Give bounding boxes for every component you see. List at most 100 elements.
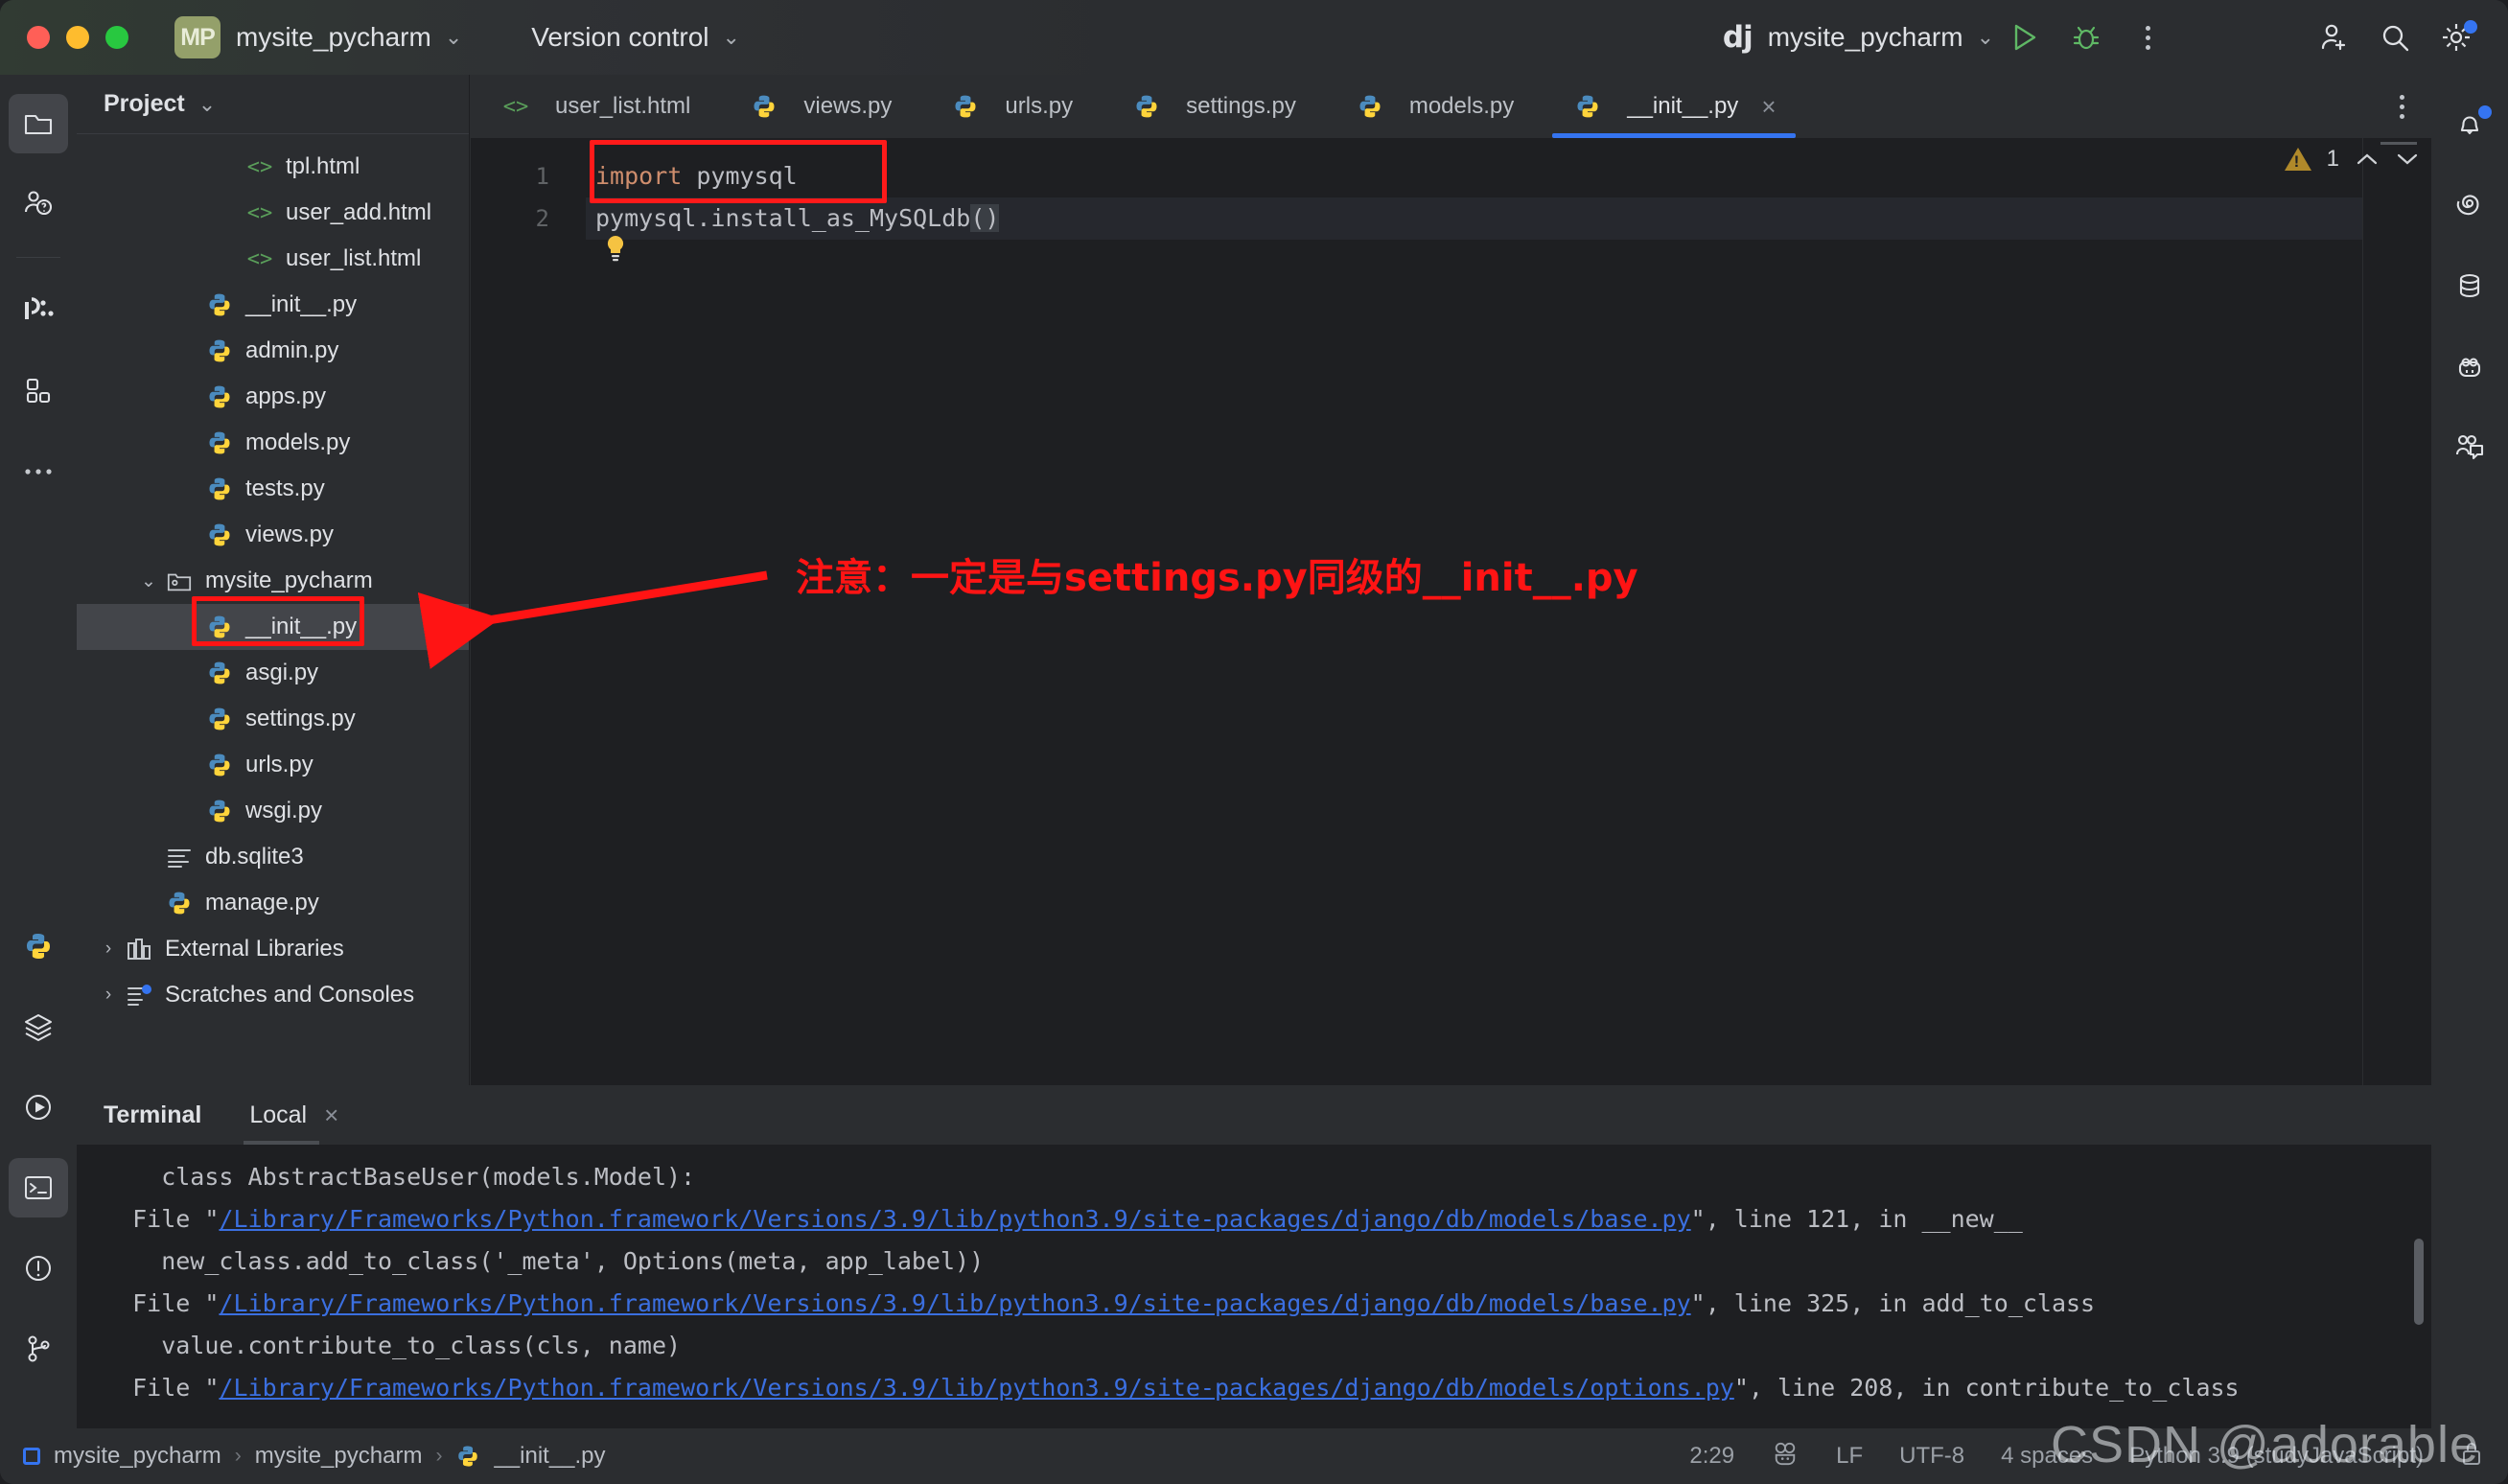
chevron-down-icon[interactable]: ⌄ — [198, 92, 216, 117]
terminal-file-link[interactable]: /Library/Frameworks/Python.framework/Ver… — [219, 1374, 1733, 1402]
tree-node-apps-py[interactable]: apps.py — [77, 374, 469, 420]
sidebar-item-python-console[interactable] — [9, 916, 68, 976]
tree-node-external-libraries[interactable]: › External Libraries — [77, 926, 469, 972]
tree-node-asgi-py[interactable]: asgi.py — [77, 650, 469, 696]
sidebar-item-plugins[interactable] — [2440, 337, 2499, 397]
tree-node-mysite-pycharm[interactable]: ⌄ mysite_pycharm — [77, 558, 469, 604]
breadcrumb-item-2[interactable]: __init__.py — [494, 1443, 605, 1470]
terminal-file-link[interactable]: /Library/Frameworks/Python.framework/Ver… — [219, 1289, 1690, 1317]
matched-parens: () — [970, 204, 1000, 232]
search-everywhere-button[interactable] — [2364, 9, 2426, 66]
project-selector[interactable]: MP mysite_pycharm ⌄ — [128, 16, 462, 58]
tree-node-admin-py[interactable]: admin.py — [77, 328, 469, 374]
editor-tab-user-list-html[interactable]: <> user_list.html — [471, 75, 719, 138]
tree-node--init-py[interactable]: __init__.py — [77, 604, 469, 650]
tree-node-scratches-and-consoles[interactable]: › Scratches and Consoles — [77, 972, 469, 1018]
sidebar-item-more[interactable] — [9, 442, 68, 501]
python-icon — [209, 385, 230, 408]
run-button[interactable] — [1994, 9, 2055, 66]
tree-node-db-sqlite3[interactable]: db.sqlite3 — [77, 834, 469, 880]
more-actions-button[interactable] — [2117, 9, 2178, 66]
close-icon[interactable]: × — [324, 1101, 338, 1130]
module-icon — [23, 1448, 40, 1465]
sidebar-item-commit[interactable] — [9, 174, 68, 234]
tree-node-views-py[interactable]: views.py — [77, 512, 469, 558]
tree-node-user-add-html[interactable]: <> user_add.html — [77, 190, 469, 236]
strip-marker — [2380, 142, 2417, 145]
project-panel-header[interactable]: Project ⌄ — [77, 75, 469, 134]
maximize-window-button[interactable] — [105, 26, 128, 49]
editor-tab-models-py[interactable]: models.py — [1325, 75, 1543, 138]
inspection-strip[interactable] — [2362, 138, 2431, 1085]
tree-node-urls-py[interactable]: urls.py — [77, 742, 469, 788]
sidebar-item-database-right[interactable] — [2440, 257, 2499, 316]
sidebar-item-version-control[interactable] — [9, 1319, 68, 1379]
terminal-output[interactable]: class AbstractBaseUser(models.Model): Fi… — [77, 1145, 2431, 1428]
sidebar-item-run[interactable] — [9, 1078, 68, 1137]
version-control-menu[interactable]: Version control ⌄ — [516, 22, 740, 53]
run-configuration-selector[interactable]: dj mysite_pycharm ⌄ — [1723, 20, 1994, 55]
terminal-text: File " — [104, 1205, 220, 1233]
tree-node-manage-py[interactable]: manage.py — [77, 880, 469, 926]
editor-tab-settings-py[interactable]: settings.py — [1102, 75, 1325, 138]
terminal-scrollbar[interactable] — [2414, 1239, 2424, 1325]
chevron-right-icon[interactable]: › — [94, 985, 123, 1006]
tree-node-tpl-html[interactable]: <> tpl.html — [77, 144, 469, 190]
line-separator[interactable]: LF — [1836, 1443, 1863, 1470]
sidebar-item-ai-assistant[interactable] — [2440, 176, 2499, 236]
html-icon: <> — [246, 200, 273, 225]
tree-node-settings-py[interactable]: settings.py — [77, 696, 469, 742]
tree-node-tests-py[interactable]: tests.py — [77, 466, 469, 512]
minimize-window-button[interactable] — [66, 26, 89, 49]
tree-node-models-py[interactable]: models.py — [77, 420, 469, 466]
lightbulb-icon[interactable] — [603, 234, 628, 263]
lock-icon[interactable] — [2460, 1441, 2483, 1472]
editor-tab-label: urls.py — [1005, 93, 1074, 119]
html-icon: <> — [499, 92, 532, 121]
sidebar-item-problems[interactable] — [9, 1239, 68, 1298]
sidebar-item-notifications[interactable] — [2440, 96, 2499, 155]
inspection-widget[interactable]: 1 — [2284, 146, 2420, 173]
sidebar-item-services[interactable] — [9, 997, 68, 1056]
chevron-up-icon[interactable] — [2355, 151, 2380, 168]
editor-tabs-more-button[interactable] — [2400, 94, 2431, 119]
tree-node--init-py[interactable]: __init__.py — [77, 282, 469, 328]
chevron-right-icon[interactable]: › — [94, 939, 123, 960]
add-account-button[interactable] — [2303, 9, 2364, 66]
tree-node-label: Scratches and Consoles — [165, 982, 415, 1008]
code-content[interactable]: import pymysql pymysql.install_as_MySQLd… — [586, 138, 2431, 1085]
caret-position[interactable]: 2:29 — [1689, 1443, 1734, 1470]
tree-node-label: tpl.html — [286, 153, 360, 179]
git-branch-icon[interactable] — [1771, 1441, 1800, 1472]
terminal-session-tab[interactable]: Local × — [244, 1085, 344, 1145]
pycharm-window: MP mysite_pycharm ⌄ Version control ⌄ dj… — [0, 0, 2508, 1484]
python-interpreter[interactable]: Python 3.9 (studyJavaScript) — [2129, 1443, 2424, 1470]
sidebar-item-structure[interactable] — [9, 361, 68, 421]
code-editor[interactable]: 1 2 import pymysql pymysql.install_as_MyS… — [471, 138, 2431, 1085]
close-icon[interactable]: × — [1761, 92, 1776, 122]
close-window-button[interactable] — [27, 26, 50, 49]
terminal-line: class AbstractBaseUser(models.Model): — [104, 1156, 2431, 1198]
terminal-file-link[interactable]: /Library/Frameworks/Python.framework/Ver… — [219, 1205, 1690, 1233]
editor-tab-urls-py[interactable]: urls.py — [920, 75, 1102, 138]
indent-setting[interactable]: 4 spaces — [2001, 1443, 2093, 1470]
editor-tab--init-py[interactable]: __init__.py × — [1543, 75, 1804, 138]
editor-tab-views-py[interactable]: views.py — [719, 75, 920, 138]
debug-button[interactable] — [2055, 9, 2117, 66]
breadcrumb-item-0[interactable]: mysite_pycharm — [54, 1443, 221, 1470]
chevron-down-icon[interactable] — [2395, 151, 2420, 168]
tree-node-user-list-html[interactable]: <> user_list.html — [77, 236, 469, 282]
sidebar-item-database[interactable] — [9, 281, 68, 340]
settings-button[interactable] — [2426, 9, 2487, 66]
sidebar-item-project[interactable] — [9, 94, 68, 153]
sidebar-item-terminal[interactable] — [9, 1158, 68, 1217]
tree-node-label: __init__.py — [245, 614, 358, 639]
breadcrumb-item-1[interactable]: mysite_pycharm — [255, 1443, 423, 1470]
python-icon — [209, 800, 230, 823]
sidebar-item-code-with-me[interactable] — [2440, 418, 2499, 477]
line-number: 2 — [535, 205, 549, 232]
file-encoding[interactable]: UTF-8 — [1899, 1443, 1964, 1470]
tree-node-wsgi-py[interactable]: wsgi.py — [77, 788, 469, 834]
chevron-down-icon[interactable]: ⌄ — [134, 570, 163, 592]
python-icon — [209, 754, 230, 777]
